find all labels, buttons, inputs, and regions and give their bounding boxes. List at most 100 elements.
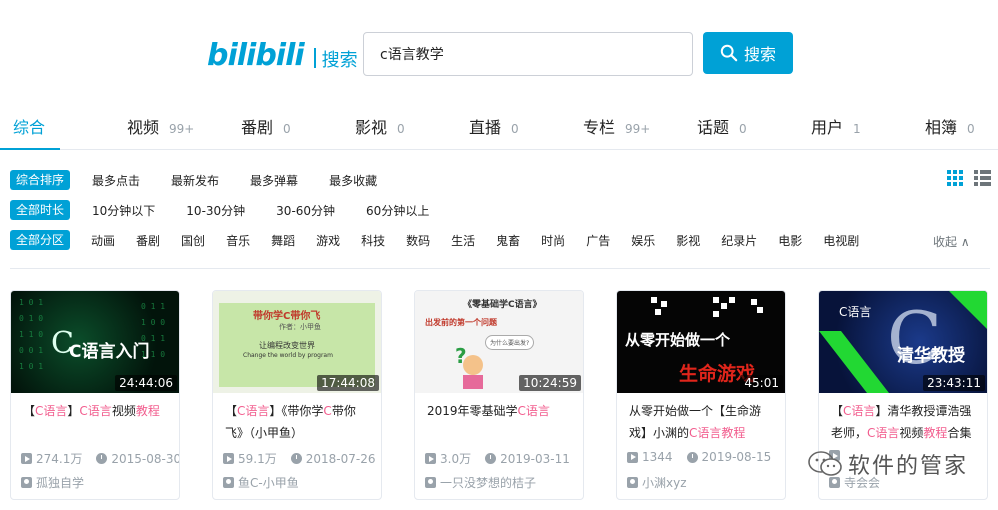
zone-option[interactable]: 纪录片 <box>721 232 757 249</box>
zone-option[interactable]: 数码 <box>406 232 430 249</box>
svg-text:1 1 0: 1 1 0 <box>19 330 43 339</box>
sort-option[interactable]: 最多弹幕 <box>250 172 298 189</box>
tab-label: 用户 <box>811 118 844 137</box>
video-author[interactable]: 小渊xyz <box>627 474 687 491</box>
zone-option[interactable]: 科技 <box>361 232 385 249</box>
zone-option[interactable]: 生活 <box>451 232 475 249</box>
watermark-text: 软件的管家 <box>848 454 969 479</box>
video-thumbnail[interactable]: 带你学C带你飞 作者：小甲鱼 让编程改变世界 Change the world … <box>213 291 381 393</box>
search-button[interactable]: 搜索 <box>703 32 793 74</box>
tab-count: 99+ <box>625 122 651 136</box>
collapse-toggle[interactable]: 收起 ∧ <box>933 233 970 250</box>
tab-label: 话题 <box>697 118 730 137</box>
clock-icon <box>686 451 698 463</box>
zone-option[interactable]: 广告 <box>586 232 610 249</box>
uploader-icon <box>425 477 436 488</box>
upload-date: 2019-08-15 <box>686 450 771 464</box>
video-author[interactable]: 孤独自学 <box>21 474 84 491</box>
video-title[interactable]: 【C语言】C语言视频教程 <box>23 400 169 444</box>
sort-option[interactable]: 最多收藏 <box>329 172 377 189</box>
sort-option[interactable]: 最新发布 <box>171 172 219 189</box>
duration-option[interactable]: 60分钟以上 <box>366 202 429 219</box>
zone-option[interactable]: 电影 <box>778 232 802 249</box>
svg-text:C: C <box>887 296 942 380</box>
zone-filter-tag[interactable]: 全部分区 <box>10 230 71 250</box>
zone-option[interactable]: 动画 <box>91 232 115 249</box>
video-meta: 59.1万 2018-07-26 <box>223 450 375 467</box>
duration-filter-tag[interactable]: 全部时长 <box>10 200 71 220</box>
grid-view-icon[interactable] <box>947 170 964 186</box>
tab-label: 相簿 <box>925 118 958 137</box>
zone-option[interactable]: 国创 <box>181 232 205 249</box>
svg-text:1 0 1: 1 0 1 <box>19 362 43 371</box>
video-card[interactable]: 《零基础学C语言》 出发前的第一个问题 为什么要出发? ? 10:24:59 2… <box>414 290 584 500</box>
video-author[interactable]: 一只没梦想的桔子 <box>425 474 536 491</box>
video-duration: 24:44:06 <box>115 375 177 391</box>
search-input[interactable] <box>380 46 676 62</box>
video-thumbnail[interactable]: 《零基础学C语言》 出发前的第一个问题 为什么要出发? ? 10:24:59 <box>415 291 583 393</box>
zone-option[interactable]: 娱乐 <box>631 232 655 249</box>
play-count-icon <box>627 451 638 463</box>
author-name: 一只没梦想的桔子 <box>440 476 537 490</box>
thumbnail-caption: Change the world by program <box>243 352 333 359</box>
title-highlight: C语言 <box>867 426 900 440</box>
tab-count: 0 <box>967 122 975 136</box>
title-highlight: C语言 <box>517 404 550 418</box>
view-count: 3.0万 <box>425 450 471 467</box>
title-highlight: C语言 <box>689 426 722 440</box>
video-card[interactable]: 1 0 10 1 01 1 00 0 11 0 1 0 1 11 0 00 1 … <box>10 290 180 500</box>
list-view-icon[interactable] <box>974 170 991 186</box>
bilibili-logo[interactable]: bilibili 搜索 <box>207 38 358 73</box>
video-card[interactable]: 从零开始做一个 生命游戏 45:01 从零开始做一个【生命游戏】小渊的C语言教程… <box>616 290 786 500</box>
tab-label: 直播 <box>469 118 502 137</box>
tab-label: 综合 <box>13 118 46 137</box>
zone-option[interactable]: 番剧 <box>136 232 160 249</box>
tab-count: 0 <box>283 122 291 136</box>
search-icon <box>720 44 738 62</box>
search-button-label: 搜索 <box>743 45 776 64</box>
tab-movie[interactable]: 影视 0 <box>355 114 405 138</box>
tab-album[interactable]: 相簿 0 <box>925 114 975 138</box>
zone-option[interactable]: 舞蹈 <box>271 232 295 249</box>
video-title[interactable]: 【C语言】《带你学C带你飞》（小甲鱼） <box>225 400 371 444</box>
tab-topic[interactable]: 话题 0 <box>697 114 747 138</box>
video-card[interactable]: 带你学C带你飞 作者：小甲鱼 让编程改变世界 Change the world … <box>212 290 382 500</box>
video-author[interactable]: 鱼C-小甲鱼 <box>223 474 299 491</box>
video-title[interactable]: 2019年零基础学C语言 <box>427 400 573 444</box>
duration-option[interactable]: 10分钟以下 <box>92 202 155 219</box>
zone-option[interactable]: 时尚 <box>541 232 565 249</box>
video-duration: 45:01 <box>740 375 783 391</box>
title-highlight: C语言 <box>79 404 112 418</box>
zone-option[interactable]: 游戏 <box>316 232 340 249</box>
video-title[interactable]: 【C语言】清华教授谭浩强老师，C语言视频教程合集 <box>831 400 977 444</box>
thumbnail-caption: 清华教授 <box>897 346 965 366</box>
video-title[interactable]: 从零开始做一个【生命游戏】小渊的C语言教程 <box>629 400 775 444</box>
tab-article[interactable]: 专栏 99+ <box>583 114 650 138</box>
zone-option[interactable]: 影视 <box>676 232 700 249</box>
zone-option[interactable]: 音乐 <box>226 232 250 249</box>
upload-date: 2018-07-26 <box>290 450 375 467</box>
author-name: 小渊xyz <box>642 476 687 490</box>
tab-user[interactable]: 用户 1 <box>811 114 861 138</box>
svg-text:1 0 0: 1 0 0 <box>141 318 165 327</box>
logo-separator <box>313 47 316 68</box>
title-highlight: C语言 <box>843 404 876 418</box>
video-thumbnail[interactable]: 从零开始做一个 生命游戏 45:01 <box>617 291 785 393</box>
upload-date-value: 2015-08-30 <box>111 451 180 466</box>
tab-live[interactable]: 直播 0 <box>469 114 519 138</box>
video-duration: 10:24:59 <box>519 375 581 391</box>
sort-option[interactable]: 最多点击 <box>92 172 140 189</box>
duration-option[interactable]: 10-30分钟 <box>186 202 245 219</box>
tab-bangumi[interactable]: 番剧 0 <box>241 114 291 138</box>
sort-filter-tag[interactable]: 综合排序 <box>10 170 71 190</box>
duration-option[interactable]: 30-60分钟 <box>276 202 335 219</box>
zone-option[interactable]: 鬼畜 <box>496 232 520 249</box>
svg-text:?: ? <box>455 344 467 368</box>
tab-label: 番剧 <box>241 118 274 137</box>
zone-option[interactable]: 电视剧 <box>823 232 859 249</box>
tab-video[interactable]: 视频 99+ <box>127 114 194 138</box>
video-thumbnail[interactable]: C C语言 清华教授 23:43:11 <box>819 291 987 393</box>
search-box[interactable] <box>363 32 693 76</box>
tab-all[interactable]: 综合 <box>13 114 45 138</box>
video-thumbnail[interactable]: 1 0 10 1 01 1 00 0 11 0 1 0 1 11 0 00 1 … <box>11 291 179 393</box>
